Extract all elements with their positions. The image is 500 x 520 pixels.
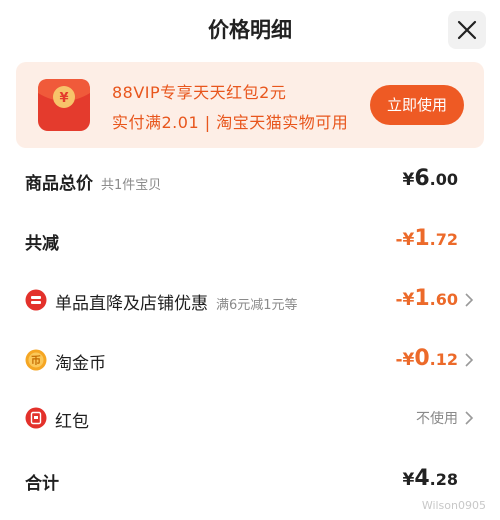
watermark: Wilson0905 [421, 499, 486, 512]
close-icon [457, 20, 477, 40]
goods-total-label: 商品总价 共1件宝贝 [25, 174, 162, 194]
use-now-button[interactable]: 立即使用 [370, 85, 464, 125]
sum-amount: ¥4.28 [402, 466, 459, 491]
red-envelope-yuan-icon: ¥ [38, 79, 90, 131]
vip-red-packet-banner: ¥ 88VIP专享天天红包2元 实付满2.01 | 淘宝天猫实物可用 立即使用 [16, 62, 484, 148]
chevron-right-icon [465, 293, 474, 307]
discount-row[interactable]: 单品直降及店铺优惠 满6元减1元等 -¥1.60 [0, 280, 500, 320]
sum-label: 合计 [25, 474, 59, 494]
discount-rule: 满6元减1元等 [216, 298, 298, 313]
header: 价格明细 [0, 0, 500, 56]
svg-text:¥: ¥ [59, 91, 68, 106]
redpacket-label: 红包 [55, 412, 89, 432]
total-reduce-label: 共减 [25, 234, 59, 254]
discount-badge-icon [25, 289, 47, 311]
goods-total-row: 商品总价 共1件宝贝 ¥6.00 [0, 160, 500, 200]
taojinbi-coin-icon: 币 [25, 349, 47, 371]
promo-title: 88VIP专享天天红包2元 [112, 83, 287, 102]
discount-amount: -¥1.60 [395, 286, 458, 311]
close-button[interactable] [448, 11, 486, 49]
chevron-right-icon [465, 353, 474, 367]
coin-amount: -¥0.12 [395, 346, 458, 371]
redpacket-value: 不使用 [416, 411, 458, 427]
coin-row[interactable]: 币 淘金币 -¥0.12 [0, 340, 500, 380]
sum-row: 合计 ¥4.28 [0, 460, 500, 500]
chevron-right-icon [465, 411, 474, 425]
coin-label: 淘金币 [55, 354, 106, 374]
total-reduce-amount: -¥1.72 [395, 226, 458, 251]
total-reduce-row: 共减 -¥1.72 [0, 220, 500, 260]
promo-condition: 实付满2.01 | 淘宝天猫实物可用 [112, 113, 349, 132]
page-title: 价格明细 [208, 18, 292, 42]
discount-label: 单品直降及店铺优惠 满6元减1元等 [55, 294, 298, 314]
red-packet-icon [25, 407, 47, 429]
svg-text:币: 币 [31, 355, 41, 367]
redpacket-row[interactable]: 红包 不使用 [0, 398, 500, 438]
goods-count: 共1件宝贝 [101, 178, 162, 193]
goods-total-amount: ¥6.00 [402, 166, 459, 191]
